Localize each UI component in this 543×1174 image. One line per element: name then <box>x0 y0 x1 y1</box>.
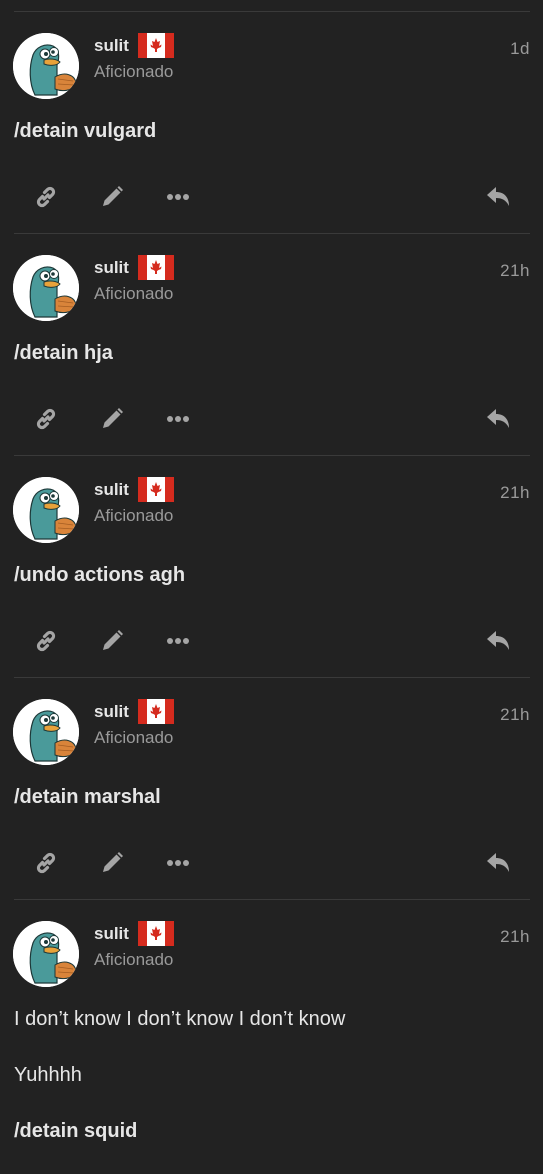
avatar[interactable] <box>13 33 79 99</box>
post-paragraph: I don’t know I don’t know I don’t know <box>14 1008 346 1030</box>
pencil-icon <box>103 852 123 872</box>
post-content: /detain hja <box>14 340 530 396</box>
post-paragraph: /undo actions agh <box>14 564 186 586</box>
more-button[interactable] <box>164 182 192 212</box>
edit-button[interactable] <box>98 626 126 656</box>
edit-button[interactable] <box>98 182 126 212</box>
post-content: /undo actions agh <box>14 562 530 618</box>
post-actions <box>14 848 530 878</box>
reply-icon <box>487 409 509 428</box>
canada-flag-icon <box>138 477 174 502</box>
post-actions <box>14 182 530 212</box>
post-time[interactable]: 21h <box>500 927 530 947</box>
post: sulit Aficionado 21h I don’t know I don’… <box>13 899 530 1159</box>
edit-button[interactable] <box>98 404 126 434</box>
username[interactable]: sulit <box>94 258 129 278</box>
post-paragraph: /detain marshal <box>14 786 161 808</box>
post-content: /detain marshal <box>14 784 530 840</box>
platypus-avatar-icon <box>13 33 79 99</box>
edit-button[interactable] <box>98 848 126 878</box>
user-title: Aficionado <box>94 728 174 747</box>
user-title: Aficionado <box>94 284 174 303</box>
username[interactable]: sulit <box>94 480 129 500</box>
post-time[interactable]: 21h <box>500 483 530 503</box>
more-button[interactable] <box>164 626 192 656</box>
pencil-icon <box>103 630 123 650</box>
avatar[interactable] <box>13 477 79 543</box>
pencil-icon <box>103 408 123 428</box>
canada-flag-icon <box>138 255 174 280</box>
post-paragraph: Yuhhhh <box>14 1064 82 1086</box>
user-title: Aficionado <box>94 506 174 525</box>
platypus-avatar-icon <box>13 699 79 765</box>
post-content: /detain vulgard <box>14 118 530 174</box>
reply-icon <box>487 187 509 206</box>
canada-flag-icon <box>138 699 174 724</box>
reply-button[interactable] <box>484 626 514 656</box>
platypus-avatar-icon <box>13 255 79 321</box>
copy-link-button[interactable] <box>32 182 60 212</box>
post-feed: sulit Aficionado 1d /detain vulgard suli… <box>0 11 543 1159</box>
copy-link-button[interactable] <box>32 404 60 434</box>
reply-icon <box>487 853 509 872</box>
avatar[interactable] <box>13 699 79 765</box>
link-icon <box>36 408 56 430</box>
username[interactable]: sulit <box>94 924 129 944</box>
more-icon <box>167 194 189 200</box>
link-icon <box>36 186 56 208</box>
post-paragraph: /detain hja <box>14 342 113 364</box>
user-title: Aficionado <box>94 62 174 81</box>
more-button[interactable] <box>164 848 192 878</box>
post: sulit Aficionado 1d /detain vulgard <box>13 11 530 233</box>
more-icon <box>167 638 189 644</box>
username[interactable]: sulit <box>94 702 129 722</box>
copy-link-button[interactable] <box>32 626 60 656</box>
link-icon <box>36 852 56 874</box>
canada-flag-icon <box>138 33 174 58</box>
post-time[interactable]: 21h <box>500 261 530 281</box>
more-icon <box>167 860 189 866</box>
avatar[interactable] <box>13 255 79 321</box>
reply-button[interactable] <box>484 404 514 434</box>
post-actions <box>14 404 530 434</box>
more-button[interactable] <box>164 404 192 434</box>
platypus-avatar-icon <box>13 921 79 987</box>
post-paragraph: /detain squid <box>14 1120 138 1142</box>
post: sulit Aficionado 21h /detain marshal <box>13 677 530 899</box>
post-time[interactable]: 1d <box>510 39 530 59</box>
avatar[interactable] <box>13 921 79 987</box>
platypus-avatar-icon <box>13 477 79 543</box>
copy-link-button[interactable] <box>32 848 60 878</box>
post-paragraph: /detain vulgard <box>14 120 157 142</box>
username[interactable]: sulit <box>94 36 129 56</box>
post: sulit Aficionado 21h /undo actions agh <box>13 455 530 677</box>
reply-icon <box>487 631 509 650</box>
reply-button[interactable] <box>484 848 514 878</box>
user-title: Aficionado <box>94 950 174 969</box>
more-icon <box>167 416 189 422</box>
link-icon <box>36 630 56 652</box>
reply-button[interactable] <box>484 182 514 212</box>
post-time[interactable]: 21h <box>500 705 530 725</box>
pencil-icon <box>103 186 123 206</box>
canada-flag-icon <box>138 921 174 946</box>
post: sulit Aficionado 21h /detain hja <box>13 233 530 455</box>
post-actions <box>14 626 530 656</box>
post-content: I don’t know I don’t know I don’t know Y… <box>14 1006 530 1174</box>
